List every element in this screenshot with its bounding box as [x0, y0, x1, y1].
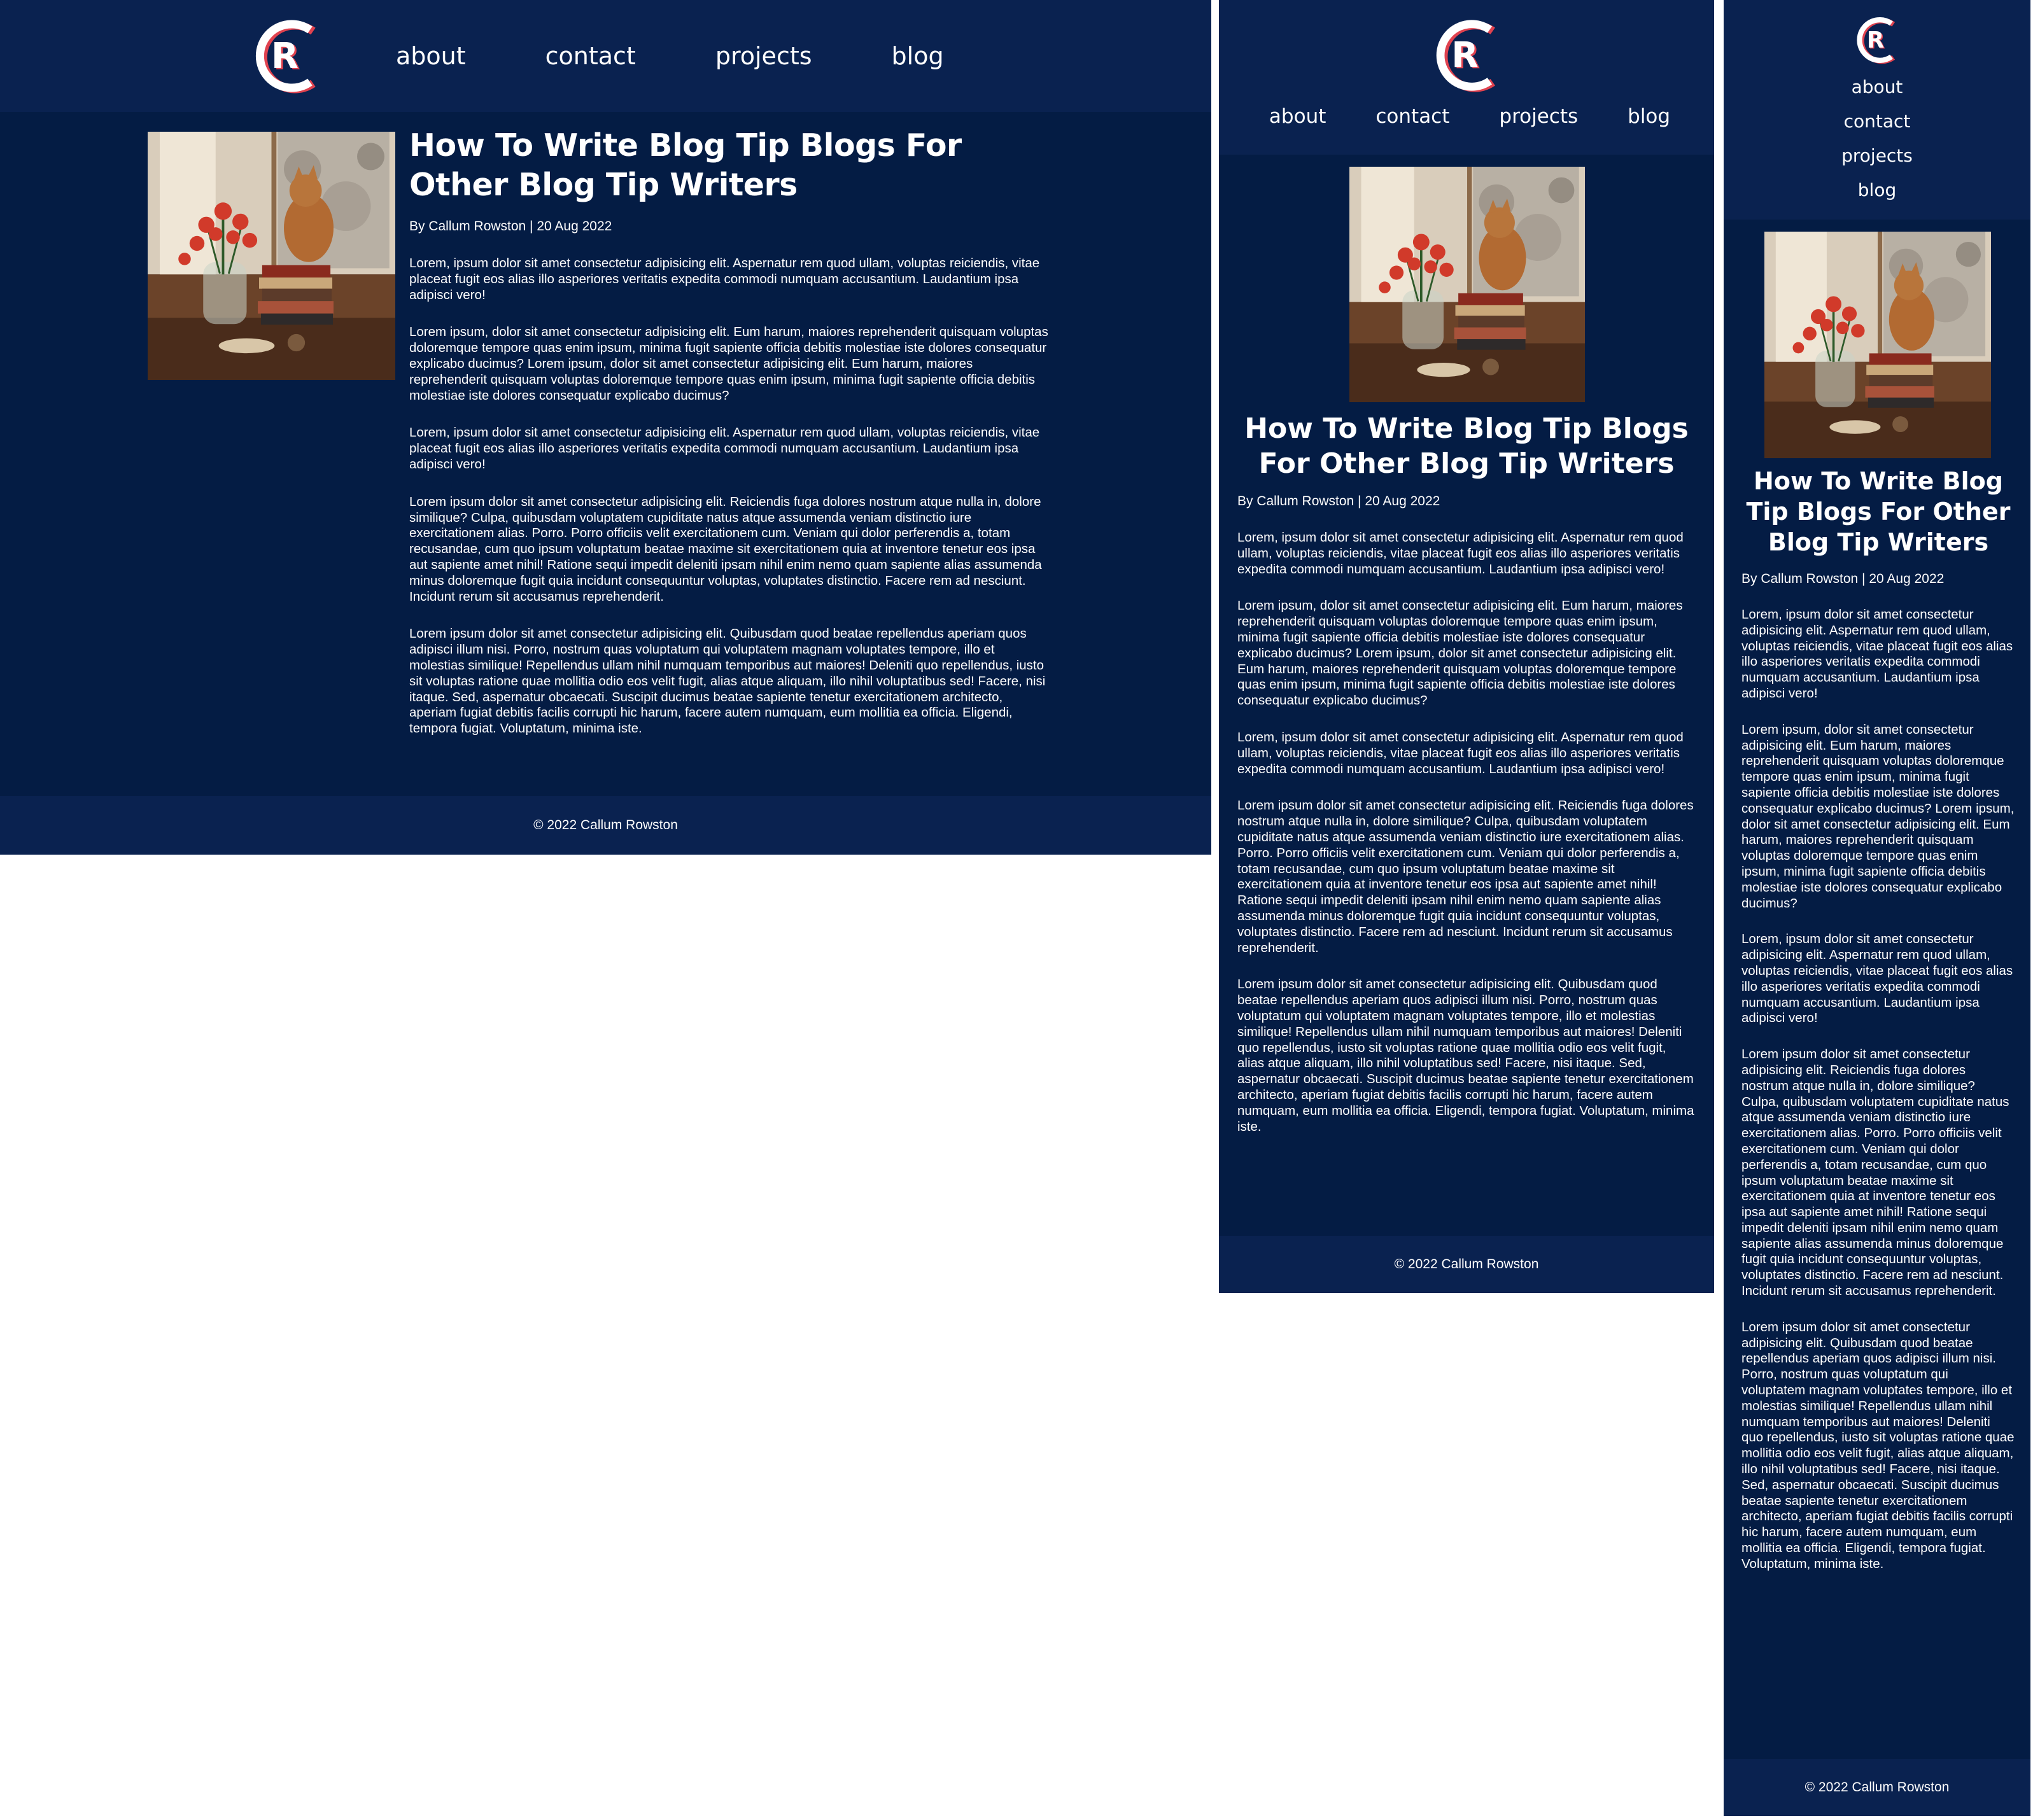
cat-flowers-window-photo-icon [148, 132, 395, 380]
post-content: How To Write Blog Tip Blogs For Other Bl… [409, 126, 1052, 737]
site-footer: © 2022 Callum Rowston [0, 796, 1211, 855]
site-footer: © 2022 Callum Rowston [1724, 1759, 2030, 1816]
post-image [148, 132, 395, 380]
nav-link-about[interactable]: about [1852, 70, 1903, 104]
post-byline: By Callum Rowston | 20 Aug 2022 [1237, 494, 1440, 508]
post-byline: By Callum Rowston | 20 Aug 2022 [409, 219, 612, 234]
cr-logo-icon [251, 17, 321, 95]
post-content: How To Write Blog Tip Blogs For Other Bl… [1741, 466, 2015, 1572]
post-paragraph: Lorem, ipsum dolor sit amet consectetur … [1237, 729, 1684, 776]
nav-link-about[interactable]: about [1269, 101, 1326, 132]
nav-link-contact[interactable]: contact [1844, 104, 1911, 139]
logo[interactable] [1854, 15, 1899, 66]
post-paragraph: Lorem ipsum dolor sit amet consectetur a… [409, 494, 1042, 604]
post-paragraph: Lorem ipsum, dolor sit amet consectetur … [1741, 722, 2015, 911]
post-paragraph: Lorem, ipsum dolor sit amet consectetur … [1741, 607, 2013, 701]
post-paragraph: Lorem, ipsum dolor sit amet consectetur … [1741, 932, 2013, 1026]
desktop-viewport: about contact projects blog How To Write… [0, 0, 1211, 855]
mobile-viewport: about contact projects blog How To Write… [1724, 0, 2030, 1816]
site-header: about contact projects blog [0, 0, 1211, 112]
post-title: How To Write Blog Tip Blogs For Other Bl… [1746, 467, 2011, 556]
post-paragraph: Lorem ipsum dolor sit amet consectetur a… [1237, 977, 1694, 1134]
main-nav: about contact projects blog [1219, 101, 1714, 132]
copyright-text: © 2022 Callum Rowston [533, 818, 678, 832]
site-header: about contact projects blog [1724, 0, 2030, 220]
post-image [1349, 167, 1585, 402]
post-paragraph: Lorem ipsum, dolor sit amet consectetur … [409, 325, 1048, 403]
site-header: about contact projects blog [1219, 0, 1714, 155]
nav-link-about[interactable]: about [396, 38, 466, 74]
post-paragraph: Lorem ipsum dolor sit amet consectetur a… [1741, 1319, 2015, 1571]
nav-link-contact[interactable]: contact [1375, 101, 1449, 132]
cat-flowers-window-photo-icon [1764, 232, 1991, 458]
post-paragraph: Lorem ipsum dolor sit amet consectetur a… [409, 626, 1046, 736]
post-paragraph: Lorem, ipsum dolor sit amet consectetur … [1237, 530, 1684, 577]
post-paragraph: Lorem ipsum dolor sit amet consectetur a… [1237, 798, 1694, 955]
site-footer: © 2022 Callum Rowston [1219, 1236, 1714, 1293]
post-content: How To Write Blog Tip Blogs For Other Bl… [1237, 411, 1696, 1135]
nav-link-projects[interactable]: projects [1499, 101, 1578, 132]
logo[interactable] [251, 17, 321, 95]
nav-link-blog[interactable]: blog [892, 38, 944, 74]
nav-link-blog[interactable]: blog [1858, 173, 1896, 207]
post-paragraph: Lorem ipsum, dolor sit amet consectetur … [1237, 598, 1683, 708]
copyright-text: © 2022 Callum Rowston [1394, 1257, 1539, 1271]
cr-logo-icon [1432, 17, 1502, 94]
post-paragraph: Lorem, ipsum dolor sit amet consectetur … [409, 425, 1040, 472]
nav-link-contact[interactable]: contact [545, 38, 636, 74]
post-title: How To Write Blog Tip Blogs For Other Bl… [409, 127, 962, 203]
tablet-viewport: about contact projects blog How To Write… [1219, 0, 1714, 1293]
cat-flowers-window-photo-icon [1349, 167, 1585, 402]
main-nav: about contact projects blog [396, 38, 944, 74]
main-nav: about contact projects blog [1724, 70, 2030, 207]
copyright-text: © 2022 Callum Rowston [1804, 1780, 1950, 1795]
post-byline: By Callum Rowston | 20 Aug 2022 [1741, 571, 1945, 586]
post-paragraph: Lorem ipsum dolor sit amet consectetur a… [1741, 1047, 2009, 1299]
nav-link-projects[interactable]: projects [715, 38, 812, 74]
nav-link-blog[interactable]: blog [1628, 101, 1670, 132]
post-image [1764, 232, 1991, 458]
post-title: How To Write Blog Tip Blogs For Other Bl… [1244, 412, 1689, 480]
post-paragraph: Lorem, ipsum dolor sit amet consectetur … [409, 256, 1040, 302]
logo[interactable] [1432, 17, 1502, 94]
cr-logo-icon [1854, 15, 1899, 66]
nav-link-projects[interactable]: projects [1841, 139, 1913, 173]
